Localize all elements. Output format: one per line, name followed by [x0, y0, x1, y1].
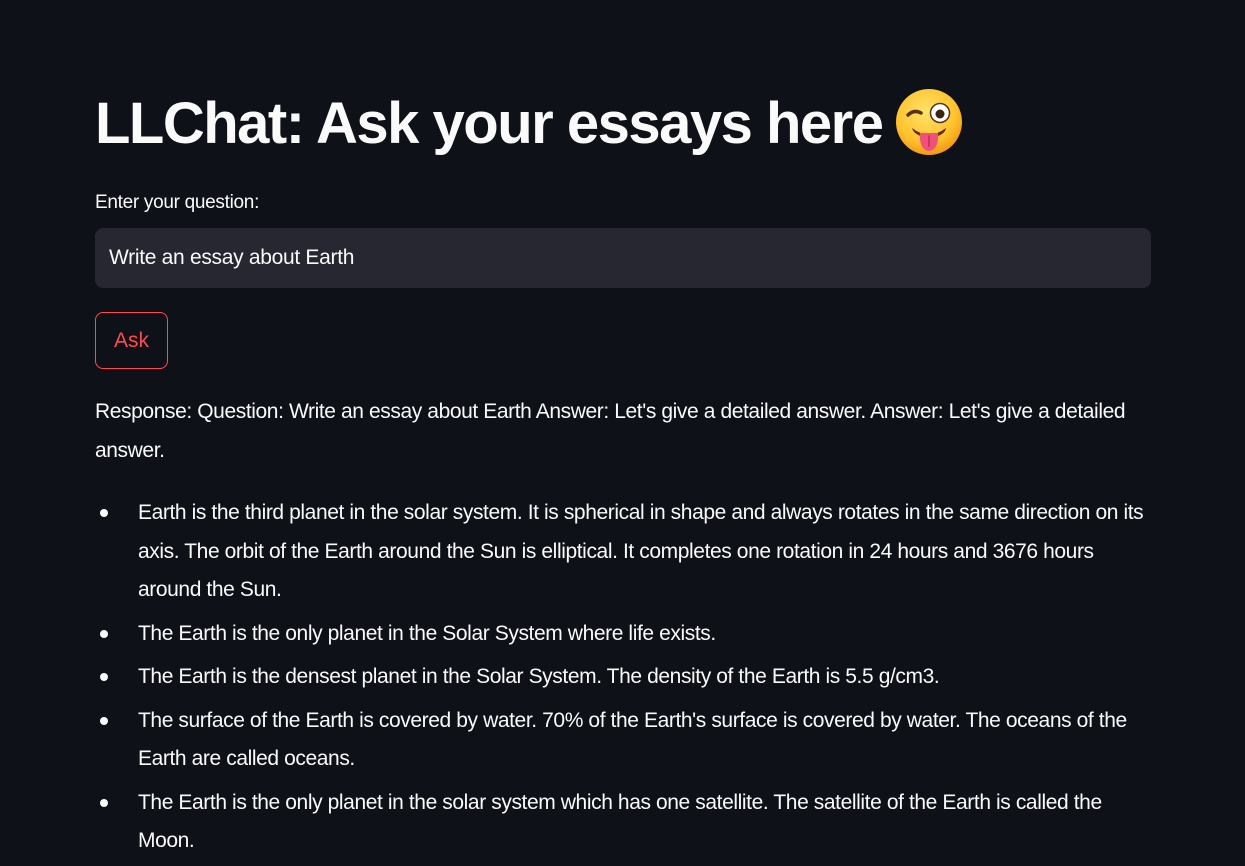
bullet-icon [100, 798, 108, 807]
response-text: Response: Question: Write an essay about… [95, 400, 1126, 462]
list-item-text: The Earth is the only planet in the Sola… [138, 621, 716, 645]
page-title-text: LLChat: Ask your essays here [95, 91, 884, 156]
question-input[interactable] [95, 228, 1151, 288]
list-item: Earth is the third planet in the solar s… [95, 494, 1151, 610]
list-item-text: The Earth is the only planet in the sola… [138, 790, 1102, 853]
bullet-icon [100, 629, 108, 638]
page-title: LLChat: Ask your essays here [95, 84, 963, 164]
bullet-icon [100, 673, 108, 681]
response-bullet-list: Earth is the third planet in the solar s… [95, 494, 1151, 866]
list-item-text: The surface of the Earth is covered by w… [138, 708, 1127, 771]
bullet-icon [100, 716, 108, 725]
bullet-icon [100, 509, 108, 517]
list-item: The surface of the Earth is covered by w… [95, 702, 1151, 779]
ask-button[interactable]: Ask [95, 312, 168, 369]
question-label: Enter your question: [95, 192, 260, 213]
list-item: The Earth is the only planet in the sola… [95, 784, 1151, 861]
winking-face-with-tongue-icon [895, 88, 963, 156]
list-item: The Earth is the densest planet in the S… [95, 658, 1151, 697]
list-item: The Earth is the only planet in the Sola… [95, 615, 1151, 654]
list-item-text: Earth is the third planet in the solar s… [138, 501, 1144, 601]
list-item-text: The Earth is the densest planet in the S… [138, 665, 940, 688]
